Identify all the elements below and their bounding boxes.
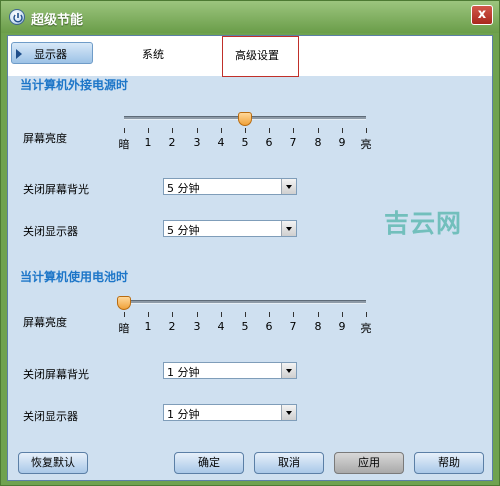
ac-brightness-slider-tick: [197, 128, 198, 133]
ac-brightness-slider-tick-label: 6: [265, 136, 273, 149]
battery-brightness-slider-tick-label: 亮: [360, 322, 372, 335]
apply-button[interactable]: 应用: [334, 452, 404, 474]
battery-brightness-slider-tick: [342, 312, 343, 317]
power-saving-window: 超级节能 x 显示器 系统 高级设置 当计算机外接电源时 屏幕亮度 暗12345…: [0, 0, 500, 486]
ac-backlight-label: 关闭屏幕背光: [23, 183, 89, 196]
ac-brightness-slider-tick: [148, 128, 149, 133]
battery-brightness-slider[interactable]: 暗 1 2 3 4 5 6 7 8 9 亮: [8, 296, 494, 338]
ac-brightness-slider-tick-label: 2: [168, 136, 176, 149]
chevron-down-icon[interactable]: [281, 221, 296, 236]
tab-advanced-label: 高级设置: [235, 49, 279, 62]
ac-brightness-slider-tick: [221, 128, 222, 133]
ac-brightness-slider-tick-label: 暗: [118, 138, 130, 151]
battery-display-label: 关闭显示器: [23, 410, 78, 423]
battery-brightness-slider-tick-label: 7: [289, 320, 297, 333]
ac-brightness-slider-tick-label: 3: [193, 136, 201, 149]
tab-display[interactable]: 显示器: [11, 42, 93, 64]
battery-brightness-slider-tick-label: 8: [314, 320, 322, 333]
battery-brightness-slider-tick-label: 6: [265, 320, 273, 333]
ok-button[interactable]: 确定: [174, 452, 244, 474]
ac-display-value: 5 分钟: [167, 224, 200, 237]
ac-brightness-slider-tick-label: 4: [217, 136, 225, 149]
ac-brightness-slider-tick: [318, 128, 319, 133]
battery-brightness-slider-tick-label: 暗: [118, 322, 130, 335]
ac-brightness-slider-tick: [366, 128, 367, 133]
battery-brightness-slider-tick-label: 4: [217, 320, 225, 333]
battery-backlight-value: 1 分钟: [167, 366, 200, 379]
ac-brightness-slider-thumb[interactable]: [238, 112, 252, 126]
ac-display-select[interactable]: 5 分钟: [163, 220, 297, 237]
ac-brightness-slider-tick-label: 9: [338, 136, 346, 149]
battery-brightness-slider-tick: [318, 312, 319, 317]
battery-brightness-slider-tick: [221, 312, 222, 317]
battery-brightness-slider-tick: [148, 312, 149, 317]
ac-brightness-slider-tick-label: 亮: [360, 138, 372, 151]
tab-advanced[interactable]: 高级设置: [222, 36, 299, 77]
ac-section-heading: 当计算机外接电源时: [20, 78, 129, 92]
ac-brightness-slider-tick-label: 1: [144, 136, 152, 149]
battery-brightness-slider-tick: [269, 312, 270, 317]
battery-brightness-slider-tick: [245, 312, 246, 317]
restore-defaults-button[interactable]: 恢复默认: [18, 452, 88, 474]
ac-brightness-slider-tick: [172, 128, 173, 133]
battery-brightness-slider-tick: [366, 312, 367, 317]
ac-brightness-slider-tick-label: 8: [314, 136, 322, 149]
ac-brightness-slider-tick: [245, 128, 246, 133]
battery-backlight-label: 关闭屏幕背光: [23, 368, 89, 381]
ac-brightness-slider-tick-label: 5: [241, 136, 249, 149]
battery-brightness-slider-thumb[interactable]: [117, 296, 131, 310]
cancel-button[interactable]: 取消: [254, 452, 324, 474]
battery-brightness-slider-tick: [124, 312, 125, 317]
battery-brightness-slider-track[interactable]: [124, 300, 366, 304]
ac-backlight-select[interactable]: 5 分钟: [163, 178, 297, 195]
chevron-down-icon[interactable]: [281, 363, 296, 378]
title-bar: 超级节能 x: [1, 1, 499, 33]
battery-brightness-slider-tick-label: 3: [193, 320, 201, 333]
arrow-right-icon: [16, 49, 22, 59]
ac-brightness-slider-tick-label: 7: [289, 136, 297, 149]
chevron-down-icon[interactable]: [281, 179, 296, 194]
ac-brightness-slider[interactable]: 暗 1 2 3 4 5 6 7 8 9 亮: [8, 112, 494, 154]
watermark-logo: 吉云网: [384, 209, 463, 238]
battery-brightness-slider-tick: [197, 312, 198, 317]
ac-brightness-slider-tick: [342, 128, 343, 133]
window-title: 超级节能: [31, 13, 84, 28]
battery-display-value: 1 分钟: [167, 408, 200, 421]
tab-bar: 显示器 系统 高级设置: [8, 36, 492, 77]
client-area: 显示器 系统 高级设置 当计算机外接电源时 屏幕亮度 暗123456789亮 关…: [7, 35, 493, 481]
app-icon: [9, 9, 25, 25]
battery-backlight-select[interactable]: 1 分钟: [163, 362, 297, 379]
close-button[interactable]: x: [471, 5, 493, 25]
ac-brightness-slider-tick: [124, 128, 125, 133]
chevron-down-icon[interactable]: [281, 405, 296, 420]
ac-brightness-slider-tick: [269, 128, 270, 133]
tab-system[interactable]: 系统: [142, 46, 164, 62]
battery-brightness-slider-tick-label: 5: [241, 320, 249, 333]
battery-brightness-slider-tick: [172, 312, 173, 317]
battery-display-select[interactable]: 1 分钟: [163, 404, 297, 421]
help-button[interactable]: 帮助: [414, 452, 484, 474]
ac-display-label: 关闭显示器: [23, 225, 78, 238]
battery-brightness-slider-tick: [293, 312, 294, 317]
tab-display-label: 显示器: [34, 48, 67, 61]
battery-brightness-slider-tick-label: 2: [168, 320, 176, 333]
battery-section-heading: 当计算机使用电池时: [20, 270, 129, 284]
battery-brightness-slider-tick-label: 9: [338, 320, 346, 333]
ac-backlight-value: 5 分钟: [167, 182, 200, 195]
battery-brightness-slider-tick-label: 1: [144, 320, 152, 333]
ac-brightness-slider-tick: [293, 128, 294, 133]
